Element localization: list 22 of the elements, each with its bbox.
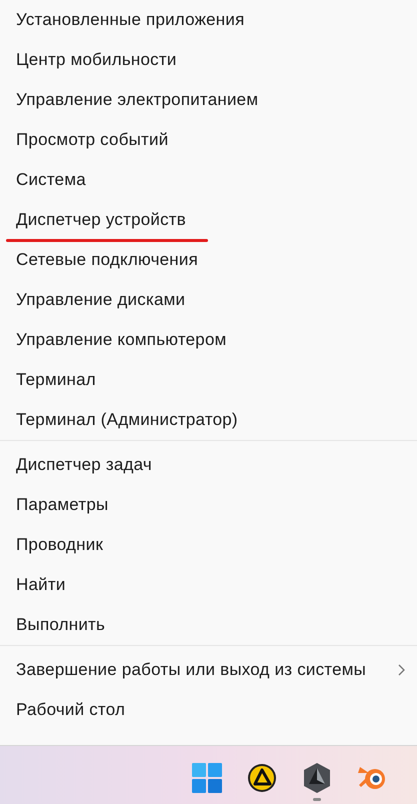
triangle-logo-icon (247, 763, 277, 793)
menu-item[interactable]: Диспетчер задач (0, 445, 417, 485)
menu-item[interactable]: Завершение работы или выход из системы (0, 650, 417, 690)
menu-item[interactable]: Управление дисками (0, 280, 417, 320)
menu-item[interactable]: Управление электропитанием (0, 80, 417, 120)
menu-item[interactable]: Выполнить (0, 605, 417, 645)
menu-item[interactable]: Просмотр событий (0, 120, 417, 160)
hexagon-logo-icon (302, 762, 332, 794)
menu-item[interactable]: Система (0, 160, 417, 200)
menu-item[interactable]: Управление компьютером (0, 320, 417, 360)
menu-item[interactable]: Терминал (Администратор) (0, 400, 417, 440)
menu-item[interactable]: Рабочий стол (0, 690, 417, 730)
windows-logo-icon (192, 763, 222, 793)
menu-item[interactable]: Установленные приложения (0, 0, 417, 40)
menu-item[interactable]: Сетевые подключения (0, 240, 417, 280)
menu-item[interactable]: Найти (0, 565, 417, 605)
menu-item[interactable]: Параметры (0, 485, 417, 525)
menu-item[interactable]: Терминал (0, 360, 417, 400)
menu-item[interactable]: Диспетчер устройств (0, 200, 417, 240)
blender-logo-icon (357, 765, 387, 791)
menu-item[interactable]: Центр мобильности (0, 40, 417, 80)
menu-item[interactable]: Проводник (0, 525, 417, 565)
